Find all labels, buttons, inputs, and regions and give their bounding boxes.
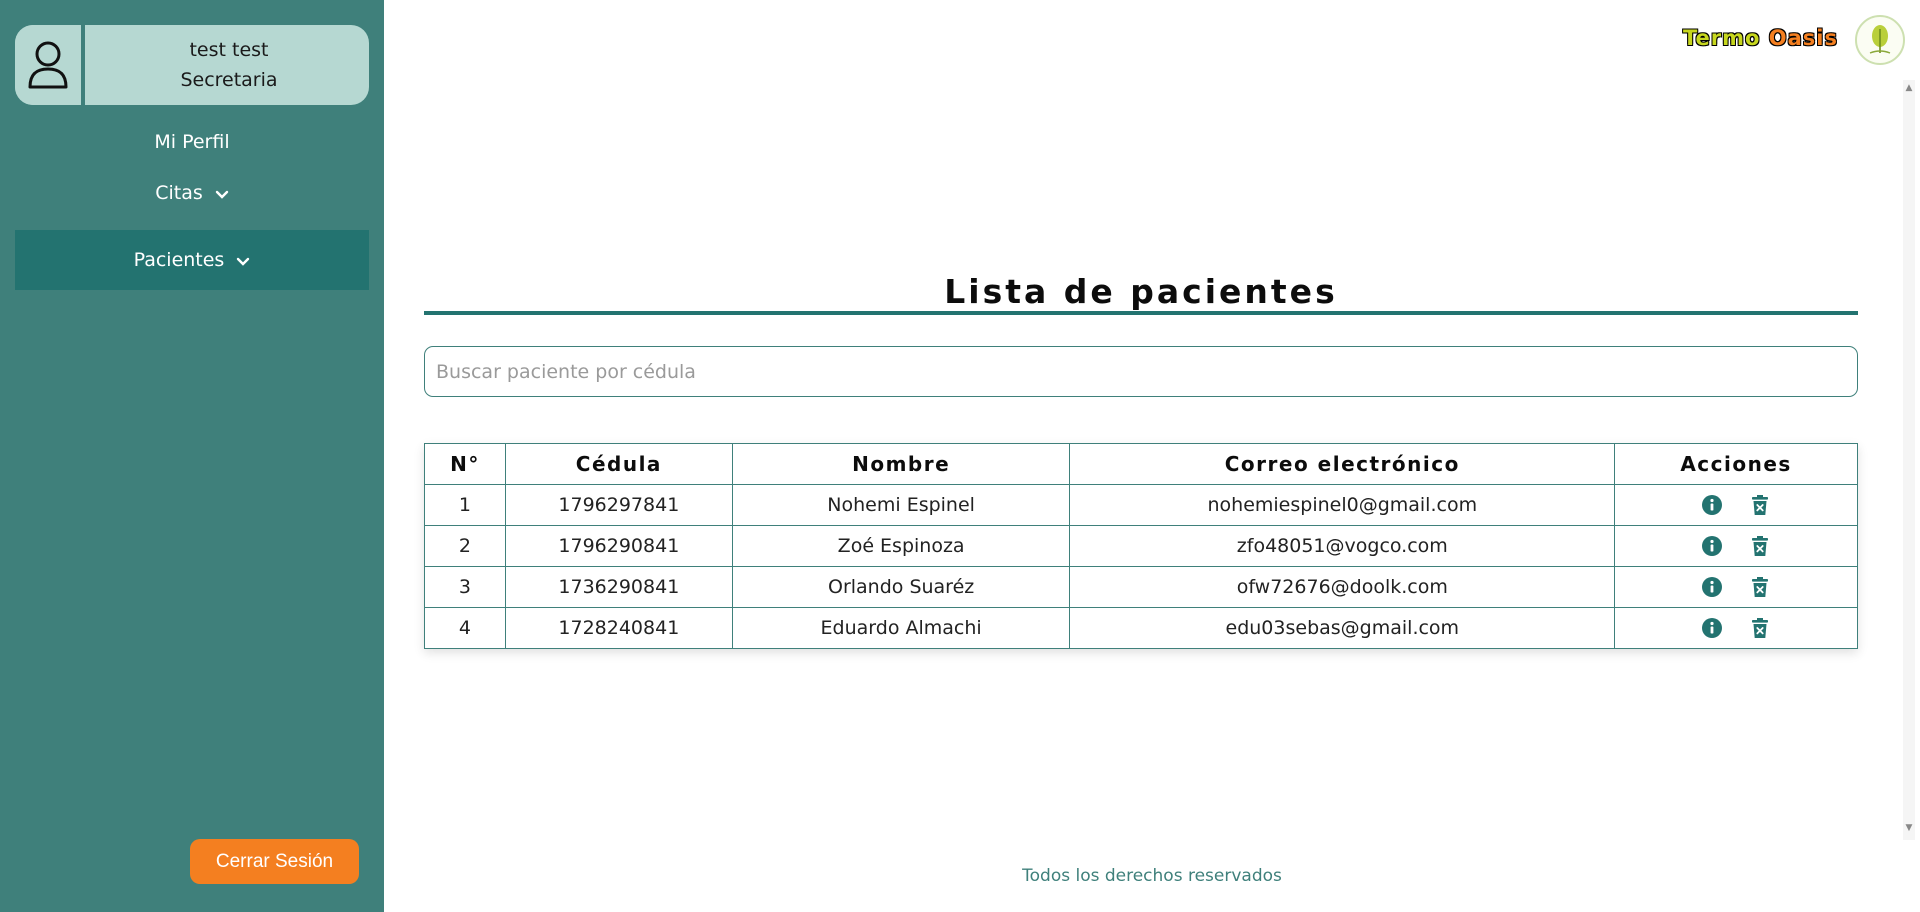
info-icon[interactable] <box>1701 535 1723 557</box>
header-correo: Correo electrónico <box>1069 443 1616 485</box>
chevron-down-icon <box>236 231 250 291</box>
cell-correo: nohemiespinel0@gmail.com <box>1069 484 1616 526</box>
delete-icon[interactable] <box>1749 535 1771 557</box>
nav-mi-perfil-label: Mi Perfil <box>154 131 230 153</box>
cell-nombre: Zoé Espinoza <box>731 525 1071 567</box>
cell-correo: zfo48051@vogco.com <box>1069 525 1616 567</box>
header-cedula: Cédula <box>504 443 733 485</box>
brand-word-2: Oasis <box>1768 26 1838 50</box>
logout-button[interactable]: Cerrar Sesión <box>190 839 359 884</box>
user-name: test test <box>189 39 269 61</box>
cell-nombre: Eduardo Almachi <box>731 607 1071 649</box>
cell-acciones <box>1614 607 1858 649</box>
cell-acciones <box>1614 566 1858 608</box>
cell-n: 3 <box>424 566 506 608</box>
cell-cedula: 1796297841 <box>504 484 733 526</box>
table-row: 3 1736290841 Orlando Suaréz ofw72676@doo… <box>424 566 1858 608</box>
table-header-row: N° Cédula Nombre Correo electrónico Acci… <box>424 443 1858 485</box>
delete-icon[interactable] <box>1749 494 1771 516</box>
cell-cedula: 1796290841 <box>504 525 733 567</box>
cell-nombre: Nohemi Espinel <box>731 484 1071 526</box>
info-icon[interactable] <box>1701 576 1723 598</box>
header-nombre: Nombre <box>731 443 1071 485</box>
nav-pacientes-label: Pacientes <box>133 249 225 271</box>
scroll-up-icon[interactable]: ▲ <box>1905 84 1913 93</box>
brand-word-1: Termo <box>1683 26 1761 50</box>
table-row: 4 1728240841 Eduardo Almachi edu03sebas@… <box>424 607 1858 649</box>
title-divider <box>424 311 1858 315</box>
info-icon[interactable] <box>1701 617 1723 639</box>
search-input[interactable] <box>424 346 1858 397</box>
delete-icon[interactable] <box>1749 617 1771 639</box>
nav-citas-label: Citas <box>155 182 203 204</box>
nav-citas[interactable]: Citas <box>15 182 369 210</box>
header-n: N° <box>424 443 506 485</box>
sidebar: test test Secretaria Mi Perfil Citas Pac… <box>0 0 384 912</box>
cell-nombre: Orlando Suaréz <box>731 566 1071 608</box>
cell-acciones <box>1614 525 1858 567</box>
scroll-down-icon[interactable]: ▼ <box>1905 824 1913 833</box>
table-row: 2 1796290841 Zoé Espinoza zfo48051@vogco… <box>424 525 1858 567</box>
brand-logo-icon <box>1855 15 1905 65</box>
cell-correo: ofw72676@doolk.com <box>1069 566 1616 608</box>
brand-name: Termo Oasis <box>1683 26 1838 50</box>
page-title: Lista de pacientes <box>944 272 1338 311</box>
delete-icon[interactable] <box>1749 576 1771 598</box>
header-acciones: Acciones <box>1614 443 1858 485</box>
user-role: Secretaria <box>180 69 278 91</box>
cell-n: 2 <box>424 525 506 567</box>
nav-pacientes[interactable]: Pacientes <box>15 230 369 290</box>
nav-mi-perfil[interactable]: Mi Perfil <box>15 131 369 159</box>
footer-text: Todos los derechos reservados <box>1022 866 1282 886</box>
user-avatar-icon <box>15 25 85 105</box>
user-card: test test Secretaria <box>15 25 369 105</box>
cell-cedula: 1736290841 <box>504 566 733 608</box>
chevron-down-icon <box>215 183 229 205</box>
cell-cedula: 1728240841 <box>504 607 733 649</box>
info-icon[interactable] <box>1701 494 1723 516</box>
table-row: 1 1796297841 Nohemi Espinel nohemiespine… <box>424 484 1858 526</box>
user-info: test test Secretaria <box>89 25 369 105</box>
scrollbar[interactable] <box>1903 80 1915 840</box>
cell-n: 1 <box>424 484 506 526</box>
cell-acciones <box>1614 484 1858 526</box>
cell-n: 4 <box>424 607 506 649</box>
cell-correo: edu03sebas@gmail.com <box>1069 607 1616 649</box>
patients-table: N° Cédula Nombre Correo electrónico Acci… <box>424 443 1858 649</box>
